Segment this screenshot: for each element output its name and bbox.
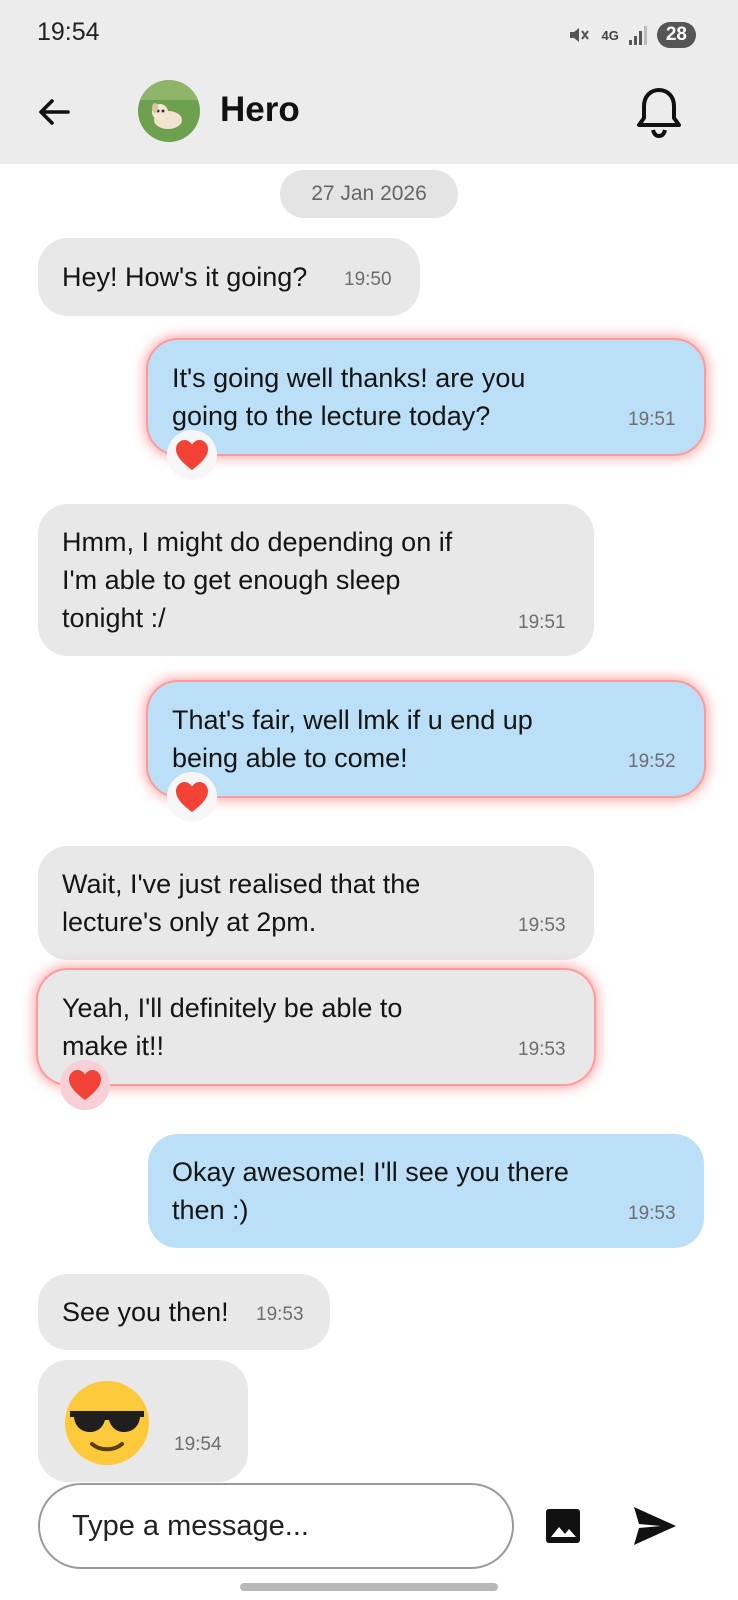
arrow-left-icon[interactable] [34,92,74,132]
message-incoming[interactable]: Yeah, I'll definitely be able to make it… [38,970,594,1084]
message-text: Hmm, I might do depending on if I'm able… [62,527,453,633]
contact-name[interactable]: Hero [220,90,300,130]
message-incoming[interactable]: Wait, I've just realised that the lectur… [38,846,594,960]
send-icon[interactable] [632,1505,678,1547]
reaction-badge[interactable] [60,1060,110,1110]
message-outgoing[interactable]: It's going well thanks! are you going to… [148,340,704,454]
home-indicator[interactable] [240,1583,498,1591]
heart-icon [69,1070,101,1100]
bell-icon[interactable] [634,84,684,140]
message-text: It's going well thanks! are you going to… [172,363,526,431]
message-text: That's fair, well lmk if u end up being … [172,705,533,773]
heart-icon [176,782,208,812]
dog-photo-avatar [138,80,200,142]
network-type: 4G [601,27,619,43]
message-time: 19:53 [256,1304,304,1325]
message-time: 19:53 [628,1203,676,1224]
message-time: 19:54 [174,1434,222,1455]
message-incoming[interactable]: Hey! How's it going? 19:50 [38,238,420,316]
chat-header: Hero [0,66,738,164]
message-time: 19:51 [518,612,566,633]
message-text: Wait, I've just realised that the lectur… [62,869,421,937]
heart-icon [176,440,208,470]
sunglasses-emoji-icon [65,1381,149,1465]
message-outgoing[interactable]: That's fair, well lmk if u end up being … [148,682,704,796]
status-time: 19:54 [37,18,100,46]
message-time: 19:51 [628,409,676,430]
battery-indicator: 28 [656,22,696,48]
message-time: 19:53 [518,1039,566,1060]
message-text: See you then! [62,1297,229,1327]
signal-icon [628,25,647,45]
message-text: Okay awesome! I'll see you there then :) [172,1157,569,1225]
avatar[interactable] [138,80,200,142]
message-text: Yeah, I'll definitely be able to make it… [62,993,403,1061]
message-text: Hey! How's it going? [62,262,308,292]
mute-icon [569,28,589,42]
status-icons: 4G 28 [568,20,696,50]
message-input[interactable] [38,1483,514,1569]
reaction-badge[interactable] [167,430,217,480]
image-icon[interactable] [544,1507,582,1545]
status-bar: 19:54 4G 28 [0,0,738,66]
message-time: 19:50 [344,269,392,290]
message-time: 19:52 [628,751,676,772]
message-incoming[interactable]: 😎 19:54 [38,1360,248,1482]
message-outgoing[interactable]: Okay awesome! I'll see you there then :)… [148,1134,704,1248]
message-incoming[interactable]: Hmm, I might do depending on if I'm able… [38,504,594,656]
reaction-badge[interactable] [167,772,217,822]
date-separator: 27 Jan 2026 [280,170,458,218]
message-incoming[interactable]: See you then! 19:53 [38,1274,330,1350]
message-time: 19:53 [518,915,566,936]
